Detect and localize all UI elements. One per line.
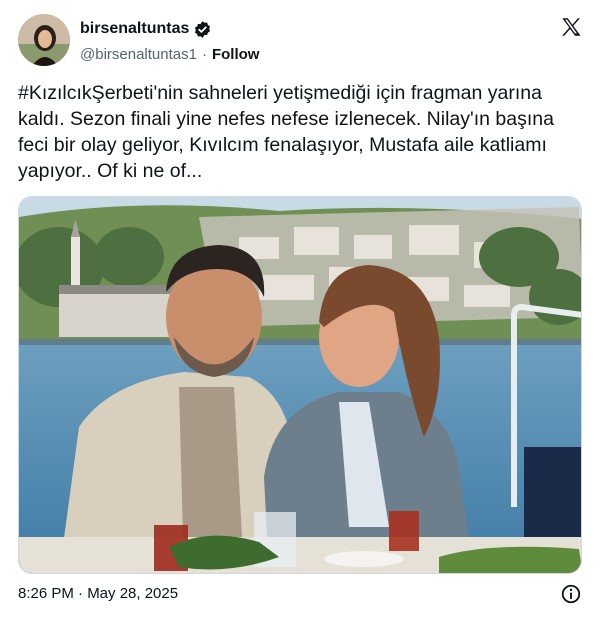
tweet-text: #KızılcıkŞerbeti'nin sahneleri yetişmedi… [18, 82, 560, 182]
tweet-photo[interactable] [18, 196, 582, 574]
verified-badge-icon [193, 20, 212, 39]
timestamp[interactable]: 8:26 PM · May 28, 2025 [18, 585, 178, 602]
avatar[interactable] [18, 14, 70, 66]
separator-dot: · [201, 45, 207, 63]
tweet-header: birsenaltuntas @birsenaltuntas1 · Follow [18, 14, 584, 68]
info-icon[interactable] [560, 583, 582, 605]
follow-button[interactable]: Follow [212, 46, 260, 63]
display-name[interactable]: birsenaltuntas [80, 20, 189, 38]
x-logo-icon[interactable] [560, 16, 582, 38]
tweet-footer: 8:26 PM · May 28, 2025 [18, 582, 584, 606]
user-handle[interactable]: @birsenaltuntas1 [80, 46, 197, 63]
user-info: birsenaltuntas @birsenaltuntas1 · Follow [80, 18, 259, 64]
